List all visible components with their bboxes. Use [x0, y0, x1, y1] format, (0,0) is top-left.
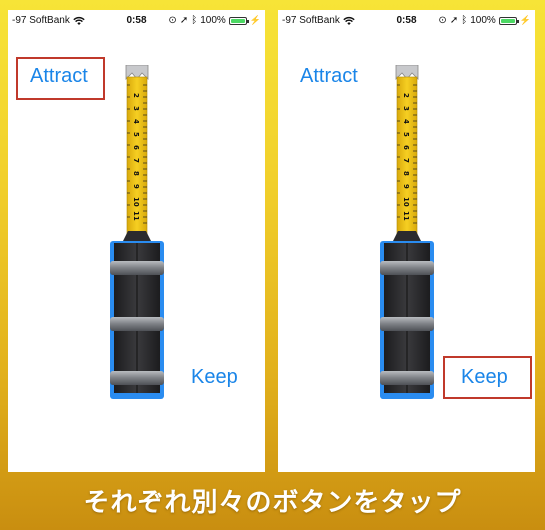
attract-button[interactable]: Attract	[30, 65, 88, 88]
location-icon: ➚	[449, 14, 459, 26]
phone-screen-right: -97 SoftBank 0:58 ⊙ ➚ ᛒ 100% ⚡ Attract 2…	[278, 10, 535, 472]
case-band	[380, 317, 434, 331]
tape-number: 8	[402, 171, 410, 176]
charging-icon: ⚡	[249, 15, 261, 25]
charging-icon: ⚡	[519, 15, 531, 25]
tape-number: 5	[132, 132, 140, 137]
case-band	[110, 261, 164, 275]
tape-number: 11	[402, 211, 410, 221]
tape-number: 10	[132, 197, 140, 207]
status-bar: -97 SoftBank 0:58 ⊙ ➚ ᛒ 100% ⚡	[278, 10, 535, 30]
attract-button[interactable]: Attract	[300, 65, 358, 88]
tape-measure: 2 3 4 5 6 7 8 9 10 11	[110, 65, 164, 399]
tape-number: 2	[402, 93, 410, 98]
battery-icon	[228, 16, 249, 25]
tape-number: 3	[402, 106, 410, 111]
battery-icon	[498, 16, 519, 25]
tape-number: 7	[402, 158, 410, 163]
battery-percent: 100%	[200, 15, 226, 26]
orientation-lock-icon: ⊙	[438, 14, 447, 26]
bluetooth-icon: ᛒ	[191, 14, 198, 26]
keep-button[interactable]: Keep	[191, 366, 238, 389]
battery-percent: 100%	[470, 15, 496, 26]
tape-number: 9	[132, 184, 140, 189]
tape-number: 8	[132, 171, 140, 176]
tape-number: 6	[132, 145, 140, 150]
case-band	[380, 371, 434, 385]
tape-number: 6	[402, 145, 410, 150]
tape-number: 10	[402, 197, 410, 207]
case-band	[380, 261, 434, 275]
location-icon: ➚	[179, 14, 189, 26]
case-band	[110, 371, 164, 385]
keep-button[interactable]: Keep	[461, 366, 508, 389]
case-band	[110, 317, 164, 331]
tape-number: 4	[132, 119, 140, 124]
bluetooth-icon: ᛒ	[461, 14, 468, 26]
tape-number: 11	[132, 211, 140, 221]
tape-number: 9	[402, 184, 410, 189]
tape-number: 5	[402, 132, 410, 137]
orientation-lock-icon: ⊙	[168, 14, 177, 26]
caption-text: それぞれ別々のボタンをタップ	[83, 488, 462, 518]
tape-number: 2	[132, 93, 140, 98]
status-bar: -97 SoftBank 0:58 ⊙ ➚ ᛒ 100% ⚡	[8, 10, 265, 30]
phone-screen-left: -97 SoftBank 0:58 ⊙ ➚ ᛒ 100% ⚡ Attract 2…	[8, 10, 265, 472]
tape-number: 3	[132, 106, 140, 111]
tape-measure: 2 3 4 5 6 7 8 9 10 11	[380, 65, 434, 399]
tape-number: 4	[402, 119, 410, 124]
tape-number: 7	[132, 158, 140, 163]
